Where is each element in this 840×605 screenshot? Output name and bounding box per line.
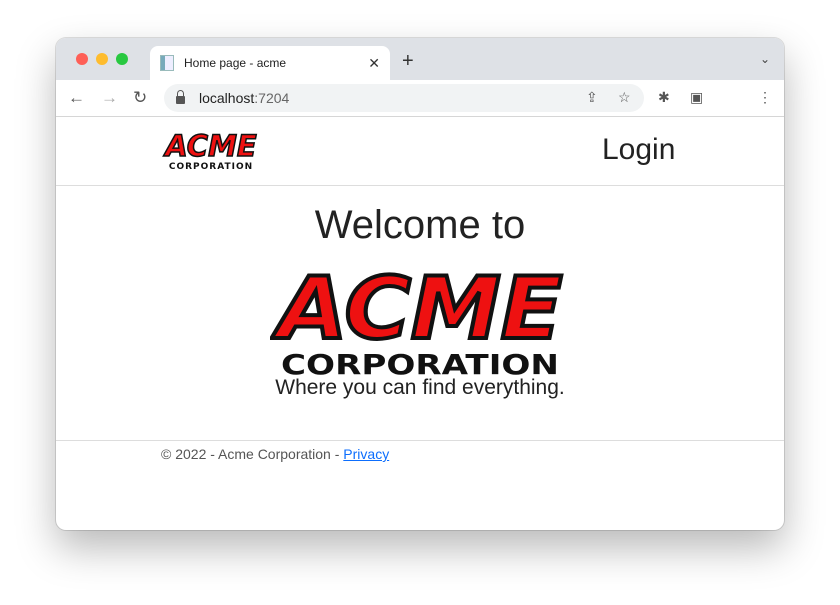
- main-content: Welcome to ACME CORPORATION Where you ca…: [56, 203, 784, 400]
- lock-icon: [176, 90, 185, 104]
- browser-toolbar: ← → ↻ localhost:7204 ⇪ ☆ ✱ ▣ ⋮: [56, 80, 784, 117]
- reload-icon[interactable]: ↻: [133, 88, 147, 108]
- tab-title: Home page - acme: [184, 56, 287, 70]
- browser-window: Home page - acme ✕ + ⌄ ← → ↻ localhost:7…: [56, 38, 784, 530]
- side-panel-icon[interactable]: ▣: [690, 89, 703, 106]
- page-content: ACME CORPORATION Login Welcome to ACME C…: [56, 117, 784, 530]
- tagline: Where you can find everything.: [275, 376, 565, 399]
- acme-logo-large: ACME CORPORATION: [270, 257, 565, 378]
- close-tab-icon[interactable]: ✕: [368, 55, 380, 72]
- extensions-icon[interactable]: ✱: [658, 89, 670, 106]
- address-bar[interactable]: localhost:7204: [164, 84, 644, 112]
- url-host: localhost: [199, 90, 255, 106]
- site-header: ACME CORPORATION Login: [56, 117, 784, 186]
- svg-text:ACME: ACME: [163, 129, 257, 163]
- svg-text:CORPORATION: CORPORATION: [281, 348, 559, 378]
- privacy-link[interactable]: Privacy: [343, 446, 389, 462]
- login-link[interactable]: Login: [602, 133, 675, 167]
- close-window-button[interactable]: [76, 53, 88, 65]
- tab-search-chevron-icon[interactable]: ⌄: [760, 52, 770, 66]
- bookmark-star-icon[interactable]: ☆: [618, 89, 631, 106]
- page-favicon-icon: [160, 55, 174, 71]
- tab-strip: Home page - acme ✕ + ⌄: [56, 38, 784, 80]
- maximize-window-button[interactable]: [116, 53, 128, 65]
- welcome-heading: Welcome to: [314, 203, 526, 247]
- menu-icon[interactable]: ⋮: [758, 89, 772, 106]
- site-footer: © 2022 - Acme Corporation - Privacy: [56, 440, 784, 462]
- new-tab-icon[interactable]: +: [402, 50, 414, 73]
- forward-icon[interactable]: →: [101, 88, 118, 108]
- svg-text:ACME: ACME: [271, 259, 562, 359]
- minimize-window-button[interactable]: [96, 53, 108, 65]
- back-icon[interactable]: ←: [68, 88, 85, 108]
- browser-tab[interactable]: Home page - acme ✕: [150, 46, 390, 80]
- acme-logo-small[interactable]: ACME CORPORATION: [161, 129, 261, 173]
- svg-text:CORPORATION: CORPORATION: [169, 162, 253, 172]
- url-port: :7204: [254, 90, 290, 106]
- copyright-text: © 2022 - Acme Corporation -: [161, 446, 344, 462]
- share-icon[interactable]: ⇪: [586, 89, 598, 106]
